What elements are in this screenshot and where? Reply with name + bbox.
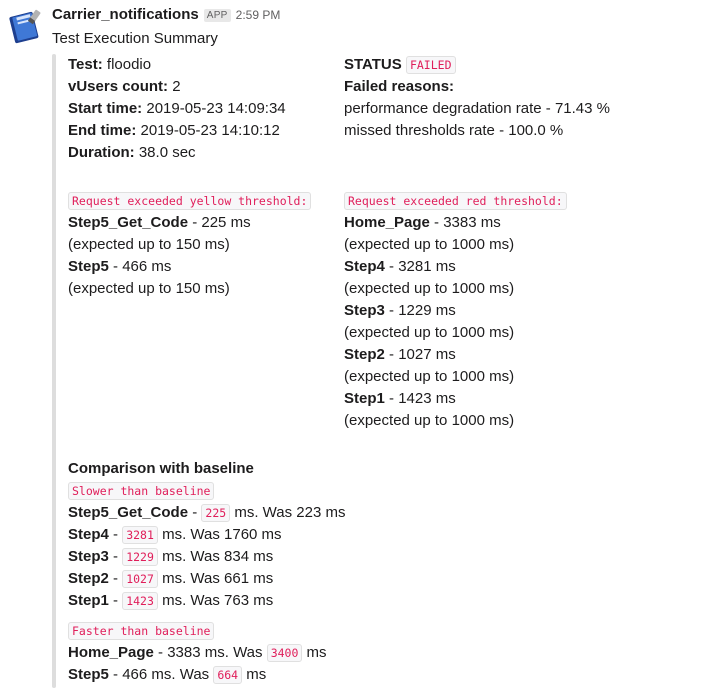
comparison-title: Comparison with baseline [68, 460, 254, 477]
red-expected: (expected up to 1000 ms) [344, 412, 515, 429]
red-threshold-header: Request exceeded red threshold: [344, 190, 567, 212]
yellow-expected: (expected up to 150 ms) [68, 280, 230, 297]
attachment-bar [52, 54, 56, 688]
slower-item: Step3 - 1229 ms. Was 834 ms [68, 548, 274, 566]
slower-item: Step1 - 1423 ms. Was 763 ms [68, 592, 274, 610]
red-item: Step3 - 1229 ms [344, 302, 456, 319]
duration-line: Duration: 38.0 sec [68, 144, 196, 161]
vusers-line: vUsers count: 2 [68, 78, 181, 95]
failed-reason: missed thresholds rate - 100.0 % [344, 122, 564, 139]
red-expected: (expected up to 1000 ms) [344, 280, 515, 297]
yellow-threshold-header: Request exceeded yellow threshold: [68, 190, 312, 212]
yellow-item: Step5 - 466 ms [68, 258, 172, 275]
red-expected: (expected up to 1000 ms) [344, 368, 515, 385]
slower-item: Step5_Get_Code - 225 ms. Was 223 ms [68, 504, 346, 522]
failed-reasons-label: Failed reasons: [344, 78, 455, 95]
notebook-icon [9, 9, 41, 44]
app-avatar[interactable] [8, 8, 44, 44]
timestamp[interactable]: 2:59 PM [236, 8, 281, 22]
test-line: Test: floodio [68, 56, 152, 73]
status-badge: FAILED [405, 56, 456, 74]
yellow-expected: (expected up to 150 ms) [68, 236, 230, 253]
message-title: Test Execution Summary [52, 30, 218, 47]
yellow-item: Step5_Get_Code - 225 ms [68, 214, 251, 231]
red-item: Home_Page - 3383 ms [344, 214, 501, 231]
faster-header: Faster than baseline [68, 620, 215, 642]
start-time-line: Start time: 2019-05-23 14:09:34 [68, 100, 286, 117]
failed-reason: performance degradation rate - 71.43 % [344, 100, 610, 117]
red-item: Step4 - 3281 ms [344, 258, 456, 275]
slower-item: Step2 - 1027 ms. Was 661 ms [68, 570, 274, 588]
faster-item: Home_Page - 3383 ms. Was 3400 ms [68, 644, 327, 662]
sender-name[interactable]: Carrier_notifications [52, 6, 199, 23]
app-badge: APP [203, 9, 231, 22]
red-expected: (expected up to 1000 ms) [344, 324, 515, 341]
slower-header: Slower than baseline [68, 480, 215, 502]
status-line: STATUS FAILED [344, 54, 456, 76]
red-expected: (expected up to 1000 ms) [344, 236, 515, 253]
red-item: Step2 - 1027 ms [344, 346, 456, 363]
red-item: Step1 - 1423 ms [344, 390, 456, 407]
end-time-line: End time: 2019-05-23 14:10:12 [68, 122, 280, 139]
message-header: Carrier_notifications APP 2:59 PM [52, 6, 280, 28]
faster-item: Step5 - 466 ms. Was 664 ms [68, 666, 267, 684]
slower-item: Step4 - 3281 ms. Was 1760 ms [68, 526, 282, 544]
